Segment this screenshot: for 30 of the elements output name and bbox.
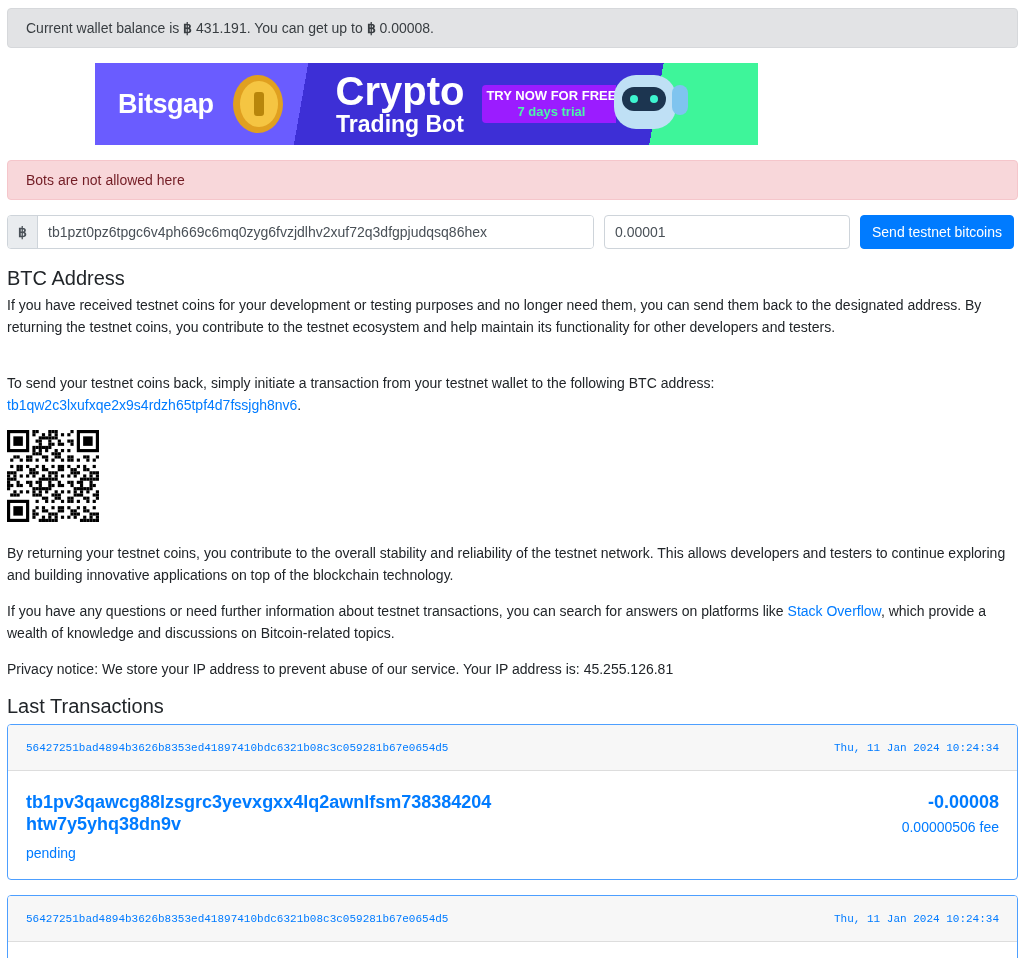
- banner-brand: Bitsgap: [118, 88, 214, 120]
- amount-field[interactable]: 0.00001: [604, 215, 850, 249]
- send-button[interactable]: Send testnet bitcoins: [860, 215, 1014, 249]
- banner-headline: Crypto: [335, 71, 465, 111]
- transaction-time: Thu, 11 Jan 2024 10:24:34: [833, 912, 999, 925]
- closing-paragraph: By returning your testnet coins, you contribute to the overall stability and reliability of the testnet network. This allows developers and testers to continue exploring and building innovative applications on top of the blockchain technology.: [7, 544, 1007, 585]
- address-field[interactable]: ฿ tb1pzt0pz6tpgc6v4ph669c6mq0zyg6fvzjdlhv2xuf72q3dfgpjudqsq86hex: [7, 215, 594, 249]
- instruction-paragraph: To send your testnet coins back, simply initiate a transaction from your testnet wallet to the following BTC address:: [7, 374, 716, 393]
- transaction-id: 56427251bad4894b3626b8353ed41897410bdc6321b08c3c059281b67e0654d5: [26, 741, 449, 754]
- cta-note: 7 days trial: [517, 104, 586, 120]
- stack-overflow-link[interactable]: Stack Overflow: [787, 603, 881, 619]
- questions-paragraph: If you have any questions or need further information about testnet transactions, you can search for answers on platforms like Stack Overflow, which provide a wealth of knowledge and discussions on Bitcoin-related topics.: [7, 602, 987, 643]
- transaction-amount: -0.00008: [927, 791, 999, 813]
- ad-banner[interactable]: Bitsgap Crypto Trading Bot TRY NOW FOR FREE 7 days trial: [95, 63, 758, 145]
- coin-icon: [231, 74, 284, 134]
- bot-text: Bots are not allowed here: [26, 172, 185, 188]
- privacy-notice: Privacy notice: We store your IP address to prevent abuse of our service. Your IP address is: 45.255.126.81: [7, 660, 675, 679]
- transaction-status: pending: [26, 845, 77, 861]
- currency-addon: ฿: [8, 216, 38, 248]
- balance-text: Current wallet balance is ฿ 431.191. You can get up to ฿ 0.00008.: [26, 20, 434, 36]
- transaction-id: 56427251bad4894b3626b8353ed41897410bdc6321b08c3c059281b67e0654d5: [26, 912, 449, 925]
- transaction-time: Thu, 11 Jan 2024 10:24:34: [833, 741, 999, 754]
- transaction-fee: 0.00000506 fee: [901, 819, 999, 835]
- cta-badge[interactable]: TRY NOW FOR FREE 7 days trial: [482, 85, 617, 123]
- transactions-heading: Last Transactions: [7, 694, 165, 718]
- recipient-address[interactable]: tb1pv3qawcg88lzsgrc3yevxgxx4lq2awnlfsm738384204htw7y5yhq38dn9v: [26, 791, 496, 835]
- section-heading: BTC Address: [7, 266, 126, 290]
- address-suffix: .: [297, 397, 302, 413]
- cta-text: TRY NOW FOR FREE: [486, 88, 617, 104]
- intro-paragraph: If you have received testnet coins for your development or testing purposes and no longer need them, you can send them back to the designated address. By returning the testnet coins, you contribute to the testnet ecosystem and help maintain its functionality for other developers and testers.: [7, 296, 983, 337]
